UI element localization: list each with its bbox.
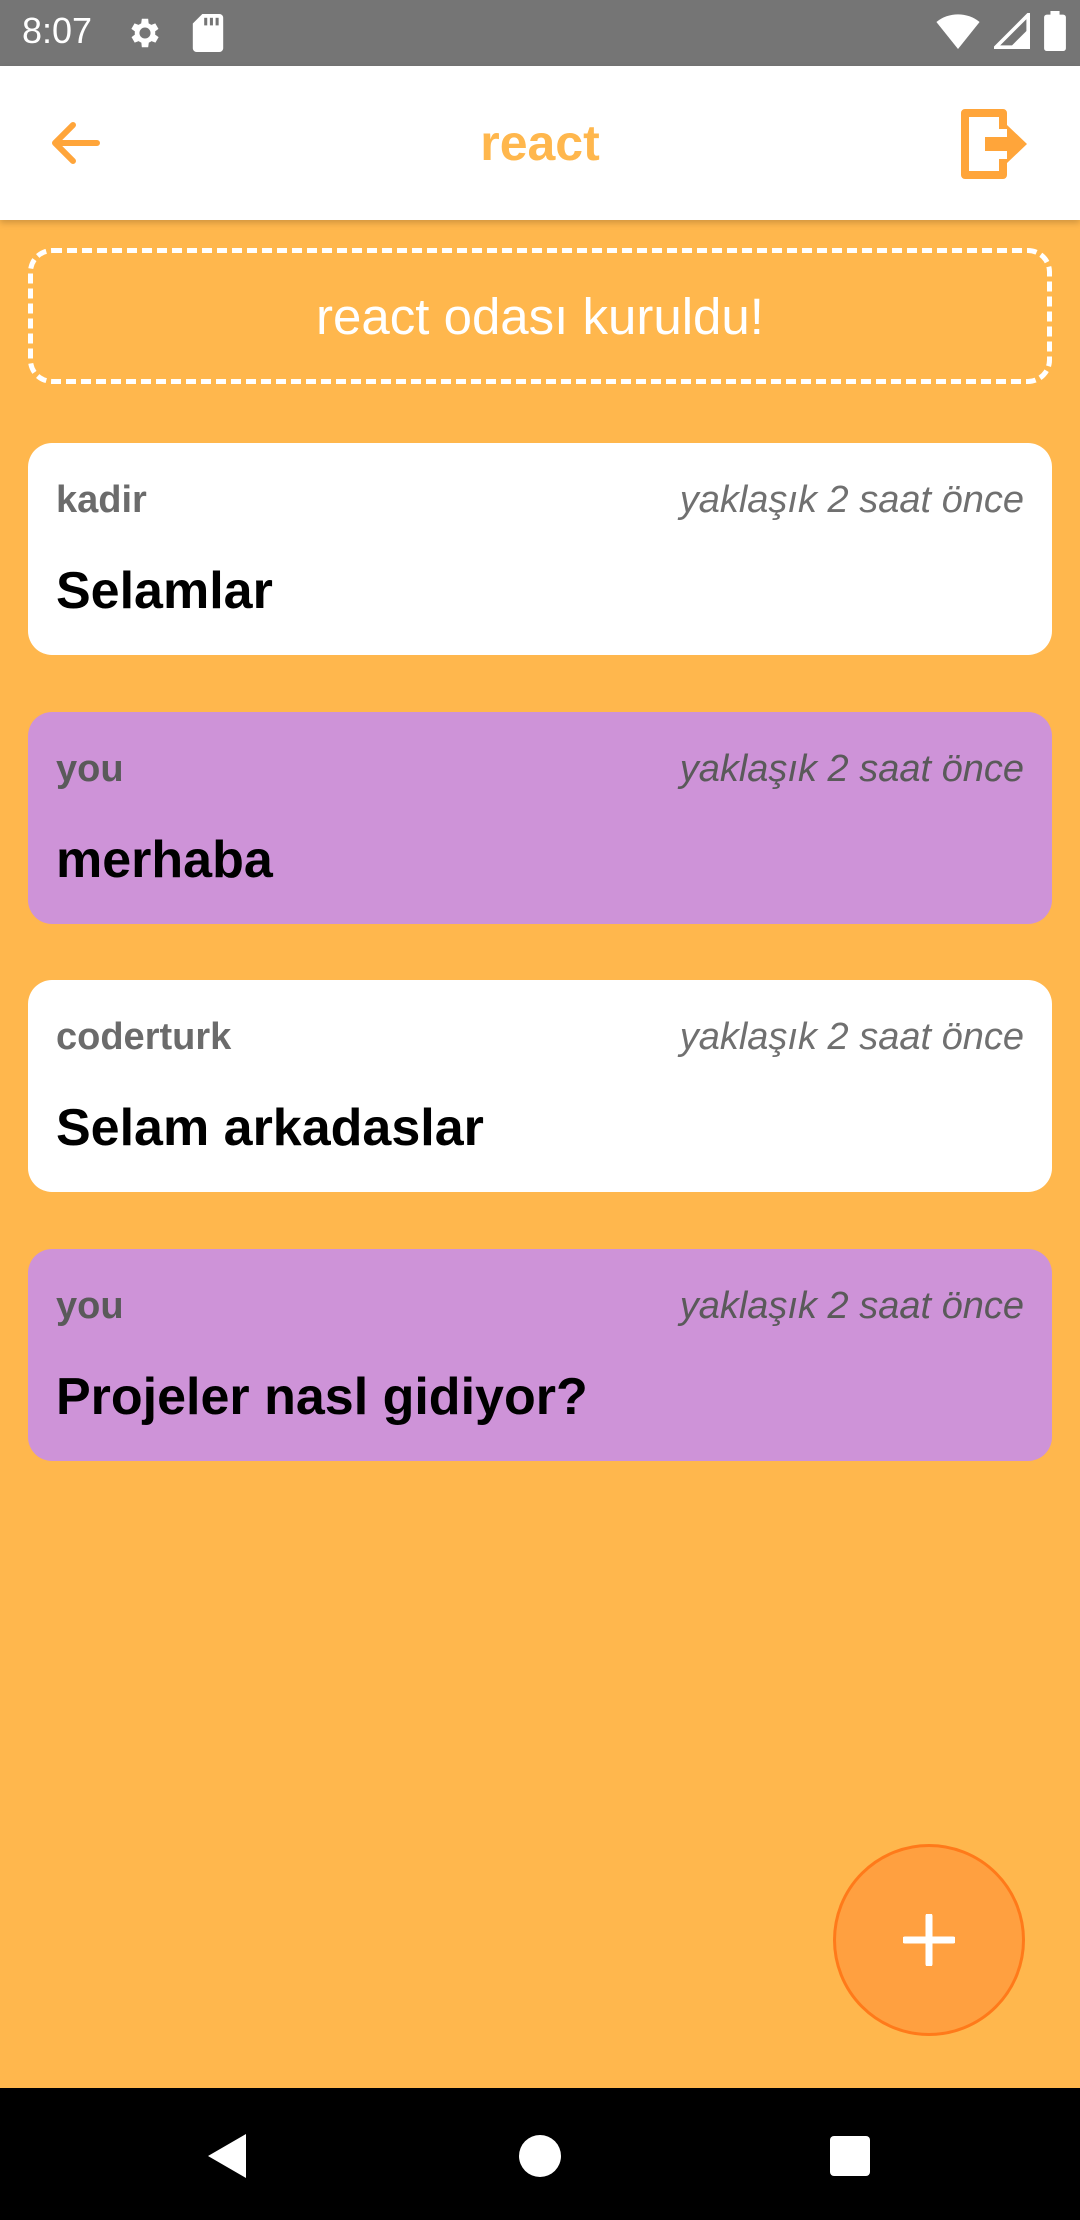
- message-time: yaklaşık 2 saat önce: [679, 748, 1024, 790]
- room-created-banner: react odası kuruldu!: [28, 248, 1052, 384]
- status-time: 8:07: [22, 10, 93, 51]
- message-text: Selam arkadaslar: [56, 1099, 484, 1157]
- plus-icon: [903, 1914, 955, 1966]
- wifi-icon: [936, 13, 980, 54]
- add-message-button[interactable]: [833, 1844, 1025, 2036]
- logout-button[interactable]: [954, 102, 1034, 186]
- signal-icon: [991, 9, 1030, 54]
- message-time: yaklaşık 2 saat önce: [679, 479, 1024, 521]
- app-bar: react: [0, 66, 1080, 220]
- message-username: coderturk: [56, 1016, 232, 1058]
- system-nav-bar: [0, 2088, 1080, 2220]
- back-triangle-icon: [208, 2134, 246, 2178]
- logout-icon: [961, 109, 1027, 179]
- nav-back-button[interactable]: [196, 2124, 260, 2188]
- recents-square-icon: [830, 2136, 870, 2176]
- battery-icon: [1044, 10, 1066, 56]
- nav-recents-button[interactable]: [818, 2124, 882, 2188]
- message-card[interactable]: you yaklaşık 2 saat önce Projeler nasl g…: [28, 1249, 1052, 1461]
- status-bar: 8:07: [0, 0, 1080, 66]
- message-username: kadir: [56, 479, 147, 521]
- message-time: yaklaşık 2 saat önce: [679, 1285, 1024, 1327]
- message-time: yaklaşık 2 saat önce: [679, 1016, 1024, 1058]
- message-card[interactable]: you yaklaşık 2 saat önce merhaba: [28, 712, 1052, 924]
- message-text: Selamlar: [56, 562, 273, 620]
- message-text: Projeler nasl gidiyor?: [56, 1368, 588, 1426]
- nav-home-button[interactable]: [508, 2124, 572, 2188]
- sd-card-icon: [192, 14, 224, 52]
- message-username: you: [56, 748, 124, 790]
- gear-icon: [126, 14, 164, 52]
- message-text: merhaba: [56, 831, 273, 889]
- page-title: react: [480, 115, 600, 171]
- message-card[interactable]: kadir yaklaşık 2 saat önce Selamlar: [28, 443, 1052, 655]
- message-card[interactable]: coderturk yaklaşık 2 saat önce Selam ark…: [28, 980, 1052, 1192]
- message-username: you: [56, 1285, 124, 1327]
- home-circle-icon: [519, 2135, 561, 2177]
- banner-text: react odası kuruldu!: [316, 287, 764, 345]
